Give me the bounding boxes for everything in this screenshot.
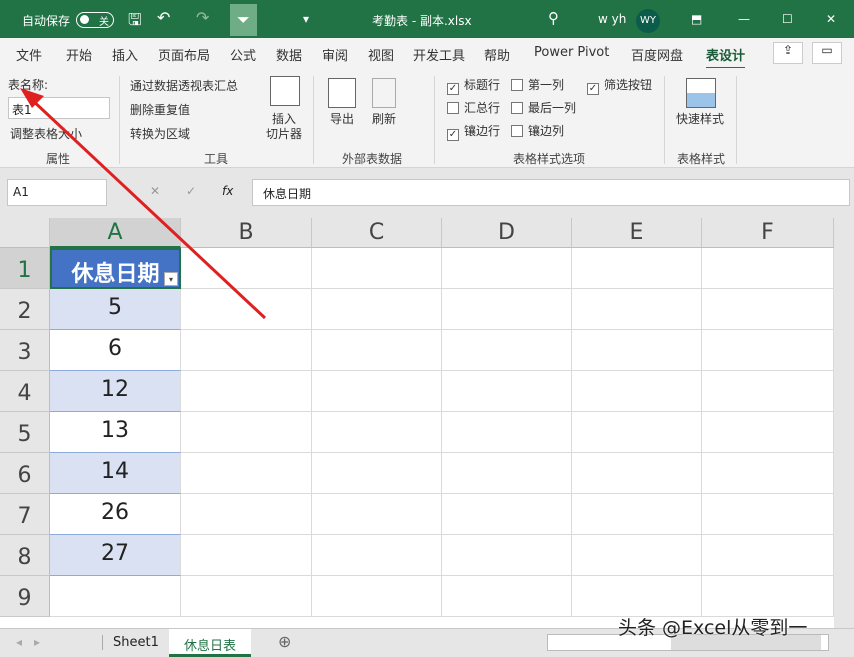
annotation-arrow <box>20 88 267 320</box>
